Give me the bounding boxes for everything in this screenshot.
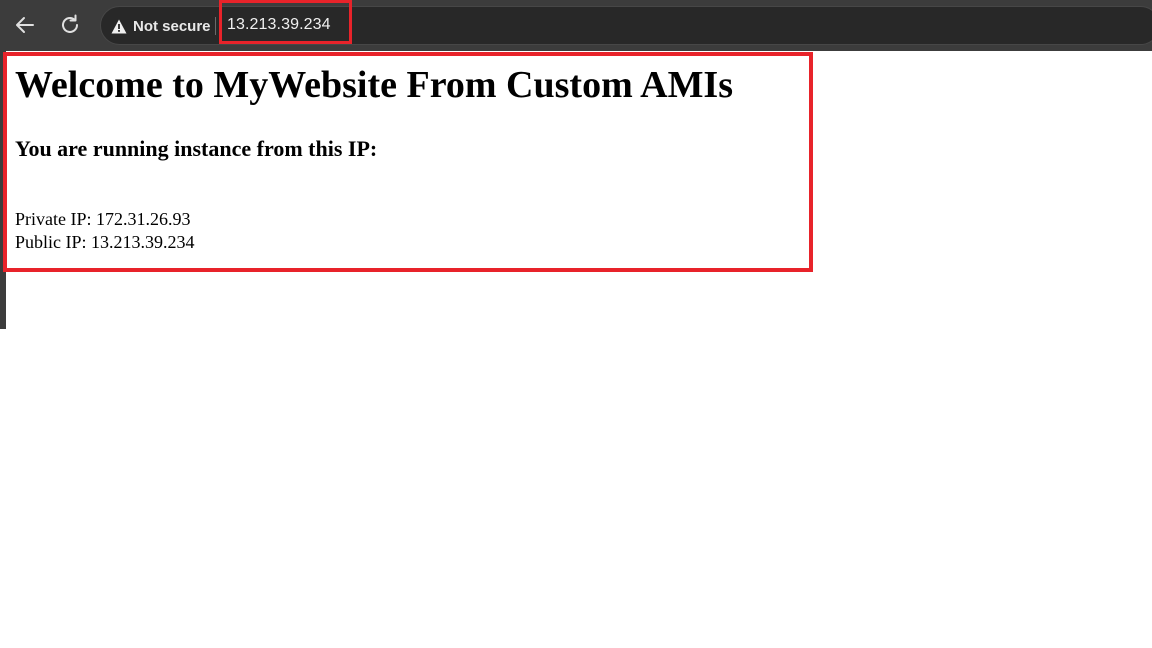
warning-triangle-icon [111, 19, 127, 34]
url-highlight-box [219, 0, 352, 44]
browser-toolbar: Not secure 13.213.39.234 [0, 0, 1152, 51]
reload-button[interactable] [53, 8, 87, 42]
chip-divider [215, 17, 216, 35]
security-label: Not secure [133, 17, 211, 35]
arrow-left-icon [16, 17, 34, 33]
security-chip[interactable]: Not secure [111, 13, 211, 39]
back-button[interactable] [8, 8, 42, 42]
reload-icon [62, 14, 78, 33]
content-highlight-box [3, 52, 813, 272]
